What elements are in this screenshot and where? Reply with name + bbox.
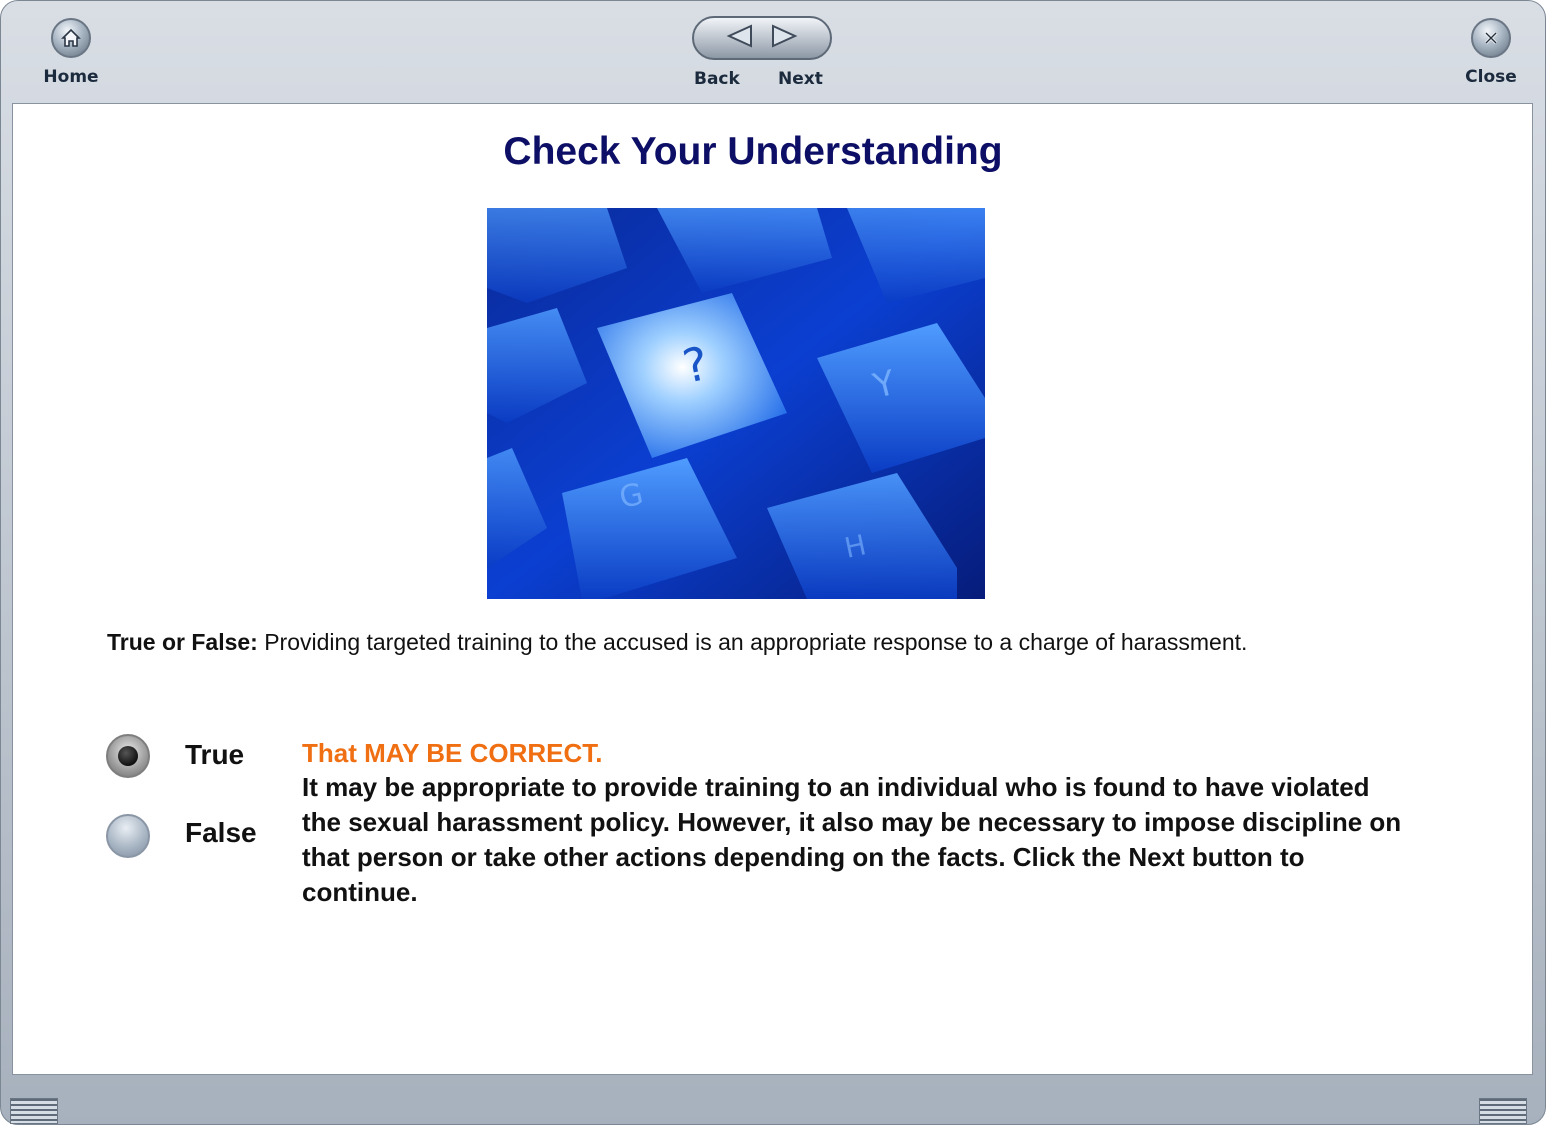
toolbar: Home Back Next Close bbox=[0, 0, 1546, 102]
back-button[interactable]: Back bbox=[694, 69, 740, 89]
feedback-body: It may be appropriate to provide trainin… bbox=[302, 772, 1402, 907]
next-button[interactable]: Next bbox=[778, 69, 823, 89]
home-label: Home bbox=[43, 67, 99, 87]
resize-grip-right-icon[interactable] bbox=[1479, 1098, 1527, 1124]
content-panel: Check Your Understanding ? Y G H True or… bbox=[12, 103, 1533, 1075]
nav-pill bbox=[692, 16, 832, 60]
keyboard-question-image: ? Y G H bbox=[487, 208, 985, 599]
home-icon bbox=[51, 18, 91, 58]
radio-true[interactable] bbox=[106, 734, 150, 778]
bottom-bar bbox=[0, 1076, 1546, 1125]
page-title: Check Your Understanding bbox=[503, 130, 1003, 173]
next-arrow-icon[interactable] bbox=[769, 23, 799, 54]
question-text: True or False: Providing targeted traini… bbox=[107, 629, 1247, 656]
option-false-label[interactable]: False bbox=[185, 817, 257, 849]
option-true-label[interactable]: True bbox=[185, 739, 244, 771]
question-body: Providing targeted training to the accus… bbox=[257, 629, 1248, 655]
back-arrow-icon[interactable] bbox=[725, 23, 755, 54]
radio-false[interactable] bbox=[106, 814, 150, 858]
close-label: Close bbox=[1465, 67, 1517, 87]
feedback-title: That MAY BE CORRECT. bbox=[302, 738, 603, 768]
close-button[interactable]: Close bbox=[1458, 18, 1524, 87]
radio-selected-dot bbox=[118, 746, 138, 766]
question-prefix: True or False: bbox=[107, 629, 258, 655]
home-button[interactable]: Home bbox=[38, 18, 104, 87]
close-icon bbox=[1471, 18, 1511, 58]
resize-grip-left-icon[interactable] bbox=[10, 1098, 58, 1124]
